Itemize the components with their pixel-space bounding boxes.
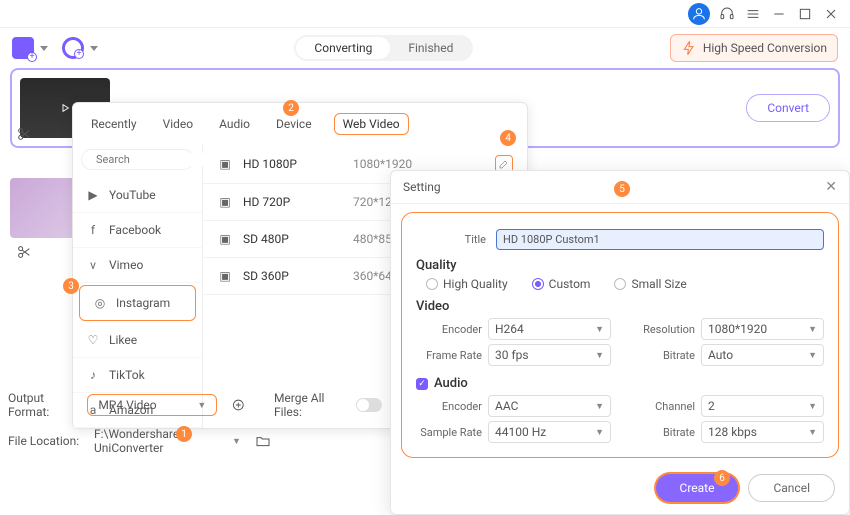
callout-3: 3 — [63, 278, 79, 294]
file-location-label: File Location: — [8, 434, 86, 448]
chevron-down-icon[interactable]: ▼ — [232, 436, 241, 447]
add-file-dropdown[interactable] — [40, 46, 48, 51]
format-icon: ▣ — [217, 268, 233, 284]
quality-section: Quality — [416, 258, 824, 273]
add-file-button[interactable]: + — [12, 37, 34, 59]
high-speed-label: High Speed Conversion — [703, 41, 827, 55]
search-box[interactable] — [81, 149, 194, 170]
sidebar-item-likee[interactable]: ♡Likee — [73, 323, 202, 358]
cancel-button[interactable]: Cancel — [748, 474, 835, 502]
merge-label: Merge All Files: — [274, 391, 348, 419]
format-icon: ▣ — [217, 231, 233, 247]
output-format-label: Output Format: — [8, 391, 79, 419]
callout-6: 6 — [714, 470, 730, 486]
compress-icon[interactable] — [231, 397, 246, 413]
audio-bitrate-select[interactable]: 128 kbps▼ — [701, 421, 824, 443]
popup-sidebar: ▶YouTube fFacebook vVimeo ◎Instagram ♡Li… — [73, 145, 203, 428]
toolbar: + + Converting Finished High Speed Conve… — [0, 28, 850, 68]
close-settings-icon[interactable]: ✕ — [825, 179, 837, 195]
file-location-value: F:\Wondershare UniConverter — [94, 427, 224, 455]
settings-title: Setting — [403, 180, 441, 194]
radio-custom[interactable]: Custom — [532, 277, 591, 291]
facebook-icon: f — [85, 222, 101, 238]
add-dvd-dropdown[interactable] — [90, 46, 98, 51]
likee-icon: ♡ — [85, 332, 101, 348]
video-section: Video — [416, 299, 824, 314]
menu-icon[interactable] — [744, 5, 762, 23]
headset-icon[interactable] — [718, 5, 736, 23]
convert-button[interactable]: Convert — [746, 94, 830, 122]
title-bar — [0, 0, 850, 28]
output-format-select[interactable]: MP4 Video▼ — [87, 394, 217, 416]
close-icon[interactable] — [822, 5, 840, 23]
chevron-down-icon: ▼ — [808, 427, 817, 438]
chevron-down-icon: ▼ — [595, 324, 604, 335]
tab-audio[interactable]: Audio — [215, 114, 254, 134]
bottom-bar: Output Format: MP4 Video▼ Merge All File… — [0, 387, 390, 459]
audio-encoder-select[interactable]: AAC▼ — [488, 395, 611, 417]
chevron-down-icon: ▼ — [808, 324, 817, 335]
settings-dialog: Setting ✕ Title Quality High Quality Cus… — [390, 170, 850, 515]
radio-small-size[interactable]: Small Size — [614, 277, 686, 291]
account-avatar[interactable] — [688, 3, 710, 25]
chevron-down-icon: ▼ — [808, 401, 817, 412]
format-icon: ▣ — [217, 194, 233, 210]
minimize-icon[interactable] — [770, 5, 788, 23]
chevron-down-icon: ▼ — [595, 350, 604, 361]
sidebar-item-vimeo[interactable]: vVimeo — [73, 248, 202, 283]
add-dvd-button[interactable]: + — [62, 37, 84, 59]
trim-icon[interactable] — [16, 126, 38, 148]
sidebar-item-youtube[interactable]: ▶YouTube — [73, 178, 202, 213]
instagram-icon: ◎ — [92, 295, 108, 311]
audio-checkbox[interactable]: ✓Audio — [416, 376, 824, 391]
high-speed-button[interactable]: High Speed Conversion — [670, 34, 838, 62]
folder-icon[interactable] — [255, 433, 271, 449]
chevron-down-icon: ▼ — [197, 400, 206, 411]
tab-converting[interactable]: Converting — [296, 37, 390, 59]
resolution-select[interactable]: 1080*1920▼ — [701, 318, 824, 340]
vimeo-icon: v — [85, 257, 101, 273]
sidebar-item-facebook[interactable]: fFacebook — [73, 213, 202, 248]
trim-icon-2[interactable] — [16, 244, 38, 266]
callout-1: 1 — [176, 426, 192, 442]
tab-finished[interactable]: Finished — [390, 37, 471, 59]
sidebar-item-instagram[interactable]: ◎Instagram — [79, 285, 196, 321]
tab-video[interactable]: Video — [159, 114, 198, 134]
radio-high-quality[interactable]: High Quality — [426, 277, 508, 291]
youtube-icon: ▶ — [85, 187, 101, 203]
callout-4: 4 — [500, 130, 516, 146]
tab-recently[interactable]: Recently — [87, 114, 141, 134]
chevron-down-icon: ▼ — [595, 401, 604, 412]
title-input[interactable] — [496, 229, 824, 250]
chevron-down-icon: ▼ — [808, 350, 817, 361]
status-segmented: Converting Finished — [294, 35, 473, 61]
samplerate-select[interactable]: 44100 Hz▼ — [488, 421, 611, 443]
framerate-select[interactable]: 30 fps▼ — [488, 344, 611, 366]
title-label: Title — [416, 233, 486, 246]
tab-device[interactable]: Device — [272, 114, 316, 134]
callout-2: 2 — [283, 100, 299, 116]
tab-web-video[interactable]: Web Video — [334, 113, 409, 135]
tiktok-icon: ♪ — [85, 367, 101, 383]
channel-select[interactable]: 2▼ — [701, 395, 824, 417]
maximize-icon[interactable] — [796, 5, 814, 23]
chevron-down-icon: ▼ — [595, 427, 604, 438]
callout-5: 5 — [614, 181, 630, 197]
merge-toggle[interactable] — [356, 398, 382, 412]
video-bitrate-select[interactable]: Auto▼ — [701, 344, 824, 366]
video-encoder-select[interactable]: H264▼ — [488, 318, 611, 340]
format-icon: ▣ — [217, 156, 233, 172]
